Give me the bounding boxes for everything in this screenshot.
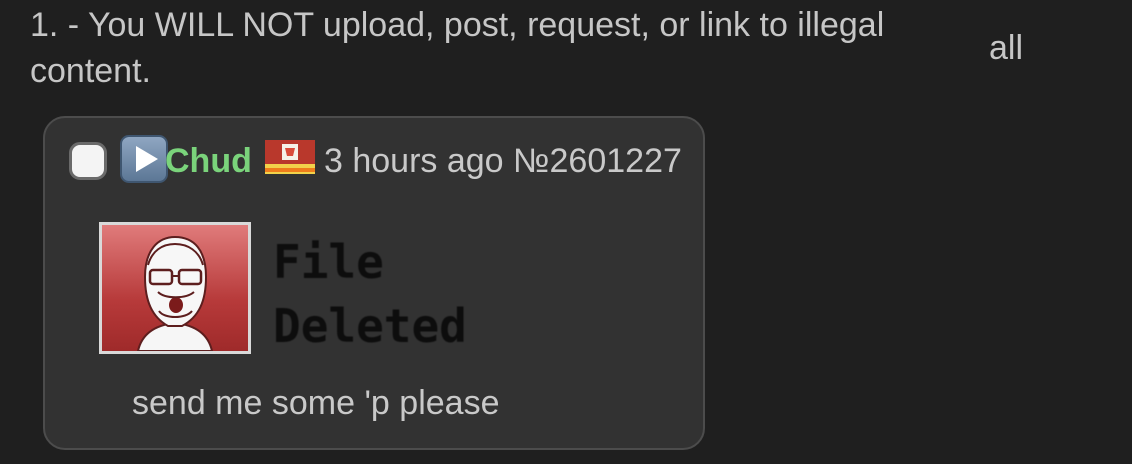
post-time: 3 hours ago [324,142,504,180]
poster-name[interactable]: Chud [165,138,252,184]
post-meta: 3 hours ago №2601227 [324,138,682,184]
rule-text: 1. - You WILL NOT upload, post, request,… [30,6,885,90]
flag-icon [265,140,315,174]
play-expand-button[interactable] [120,135,168,183]
deleted-file-thumbnail[interactable] [99,222,251,354]
select-checkbox[interactable] [69,142,107,180]
play-icon [135,146,158,172]
post-number[interactable]: №2601227 [513,142,682,180]
side-text: all [989,29,1024,67]
file-deleted-label: File Deleted [273,235,467,353]
post-card: Chud 3 hours ago №2601227 File Deleted s… [43,116,705,450]
post-message: send me some 'p please [132,384,500,422]
wojak-face-icon [136,235,214,351]
